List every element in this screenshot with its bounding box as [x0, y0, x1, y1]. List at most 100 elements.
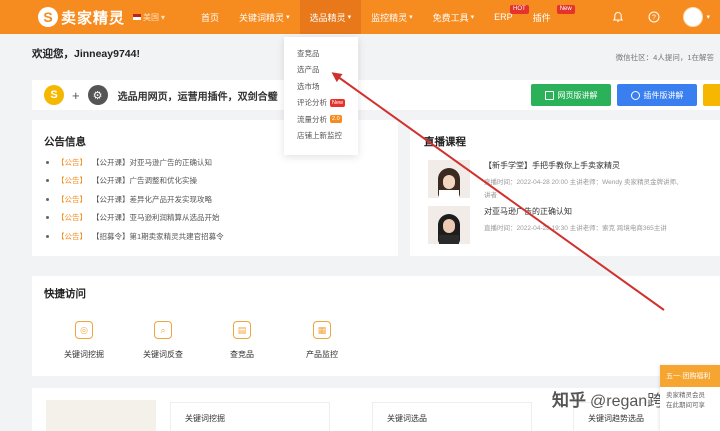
- panel-title: 公告信息: [44, 136, 86, 148]
- announcement-text: 【公开课】广告调整和优化实操: [92, 176, 197, 186]
- region-label: 美国: [143, 12, 160, 22]
- promo-image: [46, 400, 156, 431]
- announcement-text: 【公开课】亚马逊利润精算从选品开始: [92, 213, 220, 223]
- list-item[interactable]: 【公告】 【公开课】差异化产品开发实现攻略: [46, 190, 224, 209]
- gear-icon: ⚙: [87, 85, 108, 105]
- keyword-reverse-icon: ⌕: [154, 321, 172, 339]
- avatar: ☺: [683, 7, 704, 27]
- plugin-tutorial-button[interactable]: 插件版讲解: [617, 84, 697, 106]
- menu-item-label: 选市场: [297, 81, 320, 91]
- quick-label: 产品监控: [306, 350, 338, 359]
- promo-popup[interactable]: 五一·团购福利 卖家精灵会员 在此期间可享: [660, 365, 720, 431]
- card-label: 关键词挖掘: [185, 414, 225, 423]
- play-icon: [544, 90, 554, 100]
- bullet-icon: [46, 197, 49, 201]
- bullet-icon: [46, 160, 49, 164]
- nav-keyword[interactable]: 关键词精灵 ▾: [229, 0, 300, 34]
- flag-icon: [133, 14, 142, 20]
- version-badge: 2.0: [330, 115, 342, 124]
- quick-keyword-mining[interactable]: ◎ 关键词挖掘: [49, 321, 119, 360]
- list-item[interactable]: 【公告】 【招募令】第1期卖家精灵共建官招募令: [46, 227, 224, 246]
- menu-item-competitor[interactable]: 查竞品: [284, 45, 358, 62]
- play-icon: [630, 90, 640, 100]
- panel-title: 直播课程: [424, 136, 466, 148]
- nav-erp[interactable]: ERP HOT: [484, 0, 529, 34]
- announcement-text: 【公开课】差异化产品开发实现攻略: [92, 194, 212, 204]
- chevron-down-icon: ▾: [347, 14, 352, 21]
- nav-monitor[interactable]: 监控精灵 ▾: [361, 0, 423, 34]
- nav-label: 选品精灵: [309, 12, 346, 23]
- product-selection-dropdown: 查竞品 选产品 选市场 评论分析 New 流量分析 2.0 店铺上新监控: [284, 37, 358, 155]
- menu-item-review-analysis[interactable]: 评论分析 New: [284, 95, 358, 112]
- chevron-down-icon: ▾: [706, 14, 710, 21]
- tool-card[interactable]: 关键词挖掘: [170, 402, 330, 431]
- quick-label: 关键词挖掘: [64, 350, 104, 359]
- chevron-down-icon: ▾: [470, 14, 475, 21]
- community-info[interactable]: 微信社区：4人提问，1在解答: [616, 52, 714, 63]
- menu-item-label: 评论分析: [297, 98, 327, 108]
- main-nav: 首页 关键词精灵 ▾ 选品精灵 ▾ 监控精灵 ▾ 免费工具 ▾ ERP HOT 插件 New: [191, 0, 575, 34]
- course-meta: 直播时间：2022-04-28 20:00 主讲老师：Wendy 卖家精灵金牌讲…: [484, 179, 683, 186]
- tool-card[interactable]: 关键词选品: [372, 402, 532, 431]
- nav-label: 插件: [532, 12, 551, 23]
- user-menu[interactable]: ☺ ▾: [683, 7, 710, 27]
- quick-product-monitor[interactable]: ▦ 产品监控: [287, 321, 357, 360]
- monitor-icon: ▦: [313, 321, 331, 339]
- course-meta-extra: 讲者: [484, 192, 497, 199]
- new-badge: New: [556, 5, 575, 14]
- list-item[interactable]: 【公告】 【公开课】亚马逊利润精算从选品开始: [46, 209, 224, 228]
- bullet-icon: [46, 179, 49, 183]
- banner-text: 选品用网页，运营用插件，双剑合璧: [117, 91, 278, 103]
- chevron-down-icon: ▾: [286, 14, 290, 21]
- list-item[interactable]: 【公告】 【公开课】广告调整和优化实操: [46, 172, 224, 191]
- menu-item-select-market[interactable]: 选市场: [284, 78, 358, 95]
- top-header: S 卖家精灵 美国 ▾ 首页 关键词精灵 ▾ 选品精灵 ▾ 监控精灵 ▾ 免费工具 ▾ …: [0, 0, 720, 34]
- logo[interactable]: S 卖家精灵: [38, 7, 125, 28]
- nav-plugin[interactable]: 插件 New: [523, 0, 575, 34]
- live-course-panel: 直播课程 【新手学堂】手把手教你上手卖家精灵 直播时间：2022-04-28 2…: [410, 120, 720, 256]
- popup-line: 在此期间可享: [666, 402, 705, 409]
- list-item[interactable]: 【公告】 【公开课】对亚马逊广告的正确认知: [46, 153, 224, 172]
- announcement-tag: 【公告】: [57, 157, 87, 167]
- course-item[interactable]: 【新手学堂】手把手教你上手卖家精灵 直播时间：2022-04-28 20:00 …: [428, 160, 683, 199]
- panel-title: 快捷访问: [44, 288, 86, 300]
- menu-item-label: 店铺上新监控: [297, 131, 342, 141]
- announcement-tag: 【公告】: [57, 213, 87, 223]
- menu-item-traffic-analysis[interactable]: 流量分析 2.0: [284, 111, 358, 128]
- header-actions: ? ☺ ▾: [611, 0, 710, 34]
- region-selector[interactable]: 美国 ▾: [133, 12, 165, 23]
- nav-label: 关键词精灵: [239, 12, 285, 23]
- bell-icon[interactable]: [611, 10, 625, 24]
- svg-text:?: ?: [653, 15, 657, 22]
- menu-item-select-product[interactable]: 选产品: [284, 62, 358, 79]
- quick-competitor[interactable]: ▤ 查竞品: [207, 321, 277, 360]
- web-tutorial-button[interactable]: 网页版讲解: [531, 84, 611, 106]
- chevron-down-icon: ▾: [161, 12, 166, 22]
- menu-item-label: 流量分析: [297, 114, 327, 124]
- nav-label: 首页: [201, 12, 220, 23]
- announcement-text: 【公开课】对亚马逊广告的正确认知: [92, 157, 212, 167]
- menu-item-label: 查竞品: [297, 48, 320, 58]
- announcement-tag: 【公告】: [57, 194, 87, 204]
- new-badge: New: [330, 98, 346, 107]
- keyword-mining-icon: ◎: [75, 321, 93, 339]
- seller-sprite-icon: S: [44, 85, 64, 105]
- menu-item-store-monitor[interactable]: 店铺上新监控: [284, 128, 358, 145]
- logo-mark-icon: S: [38, 7, 58, 27]
- quick-keyword-reverse[interactable]: ⌕ 关键词反查: [128, 321, 198, 360]
- nav-home[interactable]: 首页: [191, 0, 229, 34]
- nav-product-selection[interactable]: 选品精灵 ▾: [299, 0, 362, 34]
- course-item[interactable]: 对亚马逊广告的正确认知 直播时间：2022-04-28 19:30 主讲老师：索…: [428, 206, 667, 244]
- button-label: 网页版讲解: [557, 90, 598, 100]
- help-icon[interactable]: ?: [647, 10, 661, 24]
- course-meta: 直播时间：2022-04-28 19:30 主讲老师：索克 跨境电商365主讲: [484, 225, 667, 232]
- announcement-list: 【公告】 【公开课】对亚马逊广告的正确认知 【公告】 【公开课】广告调整和优化实操 …: [46, 153, 224, 246]
- lecturer-photo: [428, 160, 470, 198]
- more-button[interactable]: [703, 84, 720, 106]
- menu-item-label: 选产品: [297, 65, 320, 75]
- quick-label: 查竞品: [230, 350, 254, 359]
- chevron-down-icon: ▾: [409, 14, 413, 21]
- nav-free-tools[interactable]: 免费工具 ▾: [423, 0, 485, 34]
- announcement-tag: 【公告】: [57, 231, 87, 241]
- nav-label: 免费工具: [432, 12, 469, 23]
